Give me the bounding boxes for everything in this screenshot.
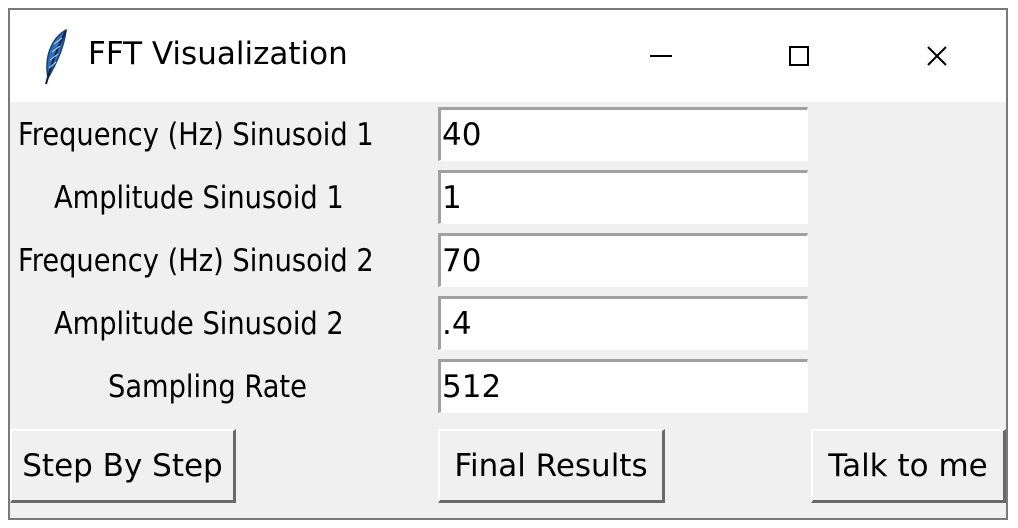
- close-icon: [927, 46, 947, 66]
- frequency-sinusoid-1-label: Frequency (Hz) Sinusoid 1: [18, 117, 374, 153]
- app-window: FFT Visualization Frequency (Hz) Sinusoi…: [8, 8, 1008, 520]
- amplitude-sinusoid-1-input[interactable]: [438, 170, 808, 224]
- amplitude-sinusoid-2-label: Amplitude Sinusoid 2: [54, 306, 344, 342]
- talk-to-me-button[interactable]: Talk to me: [811, 429, 1006, 503]
- close-button[interactable]: [868, 10, 1006, 102]
- frequency-sinusoid-2-label: Frequency (Hz) Sinusoid 2: [18, 243, 374, 279]
- minimize-button[interactable]: [592, 10, 730, 102]
- title-bar[interactable]: FFT Visualization: [10, 10, 1006, 102]
- minimize-icon: [650, 55, 672, 57]
- frequency-sinusoid-1-input[interactable]: [438, 107, 808, 161]
- sampling-rate-input[interactable]: [438, 359, 808, 413]
- window-title: FFT Visualization: [88, 36, 348, 72]
- maximize-icon: [789, 46, 809, 66]
- frequency-sinusoid-2-input[interactable]: [438, 233, 808, 287]
- step-by-step-button[interactable]: Step By Step: [10, 429, 236, 503]
- maximize-button[interactable]: [730, 10, 868, 102]
- sampling-rate-label: Sampling Rate: [108, 369, 307, 405]
- final-results-button[interactable]: Final Results: [438, 429, 665, 503]
- amplitude-sinusoid-2-input[interactable]: [438, 296, 808, 350]
- feather-icon: [45, 28, 67, 85]
- amplitude-sinusoid-1-label: Amplitude Sinusoid 1: [54, 180, 344, 216]
